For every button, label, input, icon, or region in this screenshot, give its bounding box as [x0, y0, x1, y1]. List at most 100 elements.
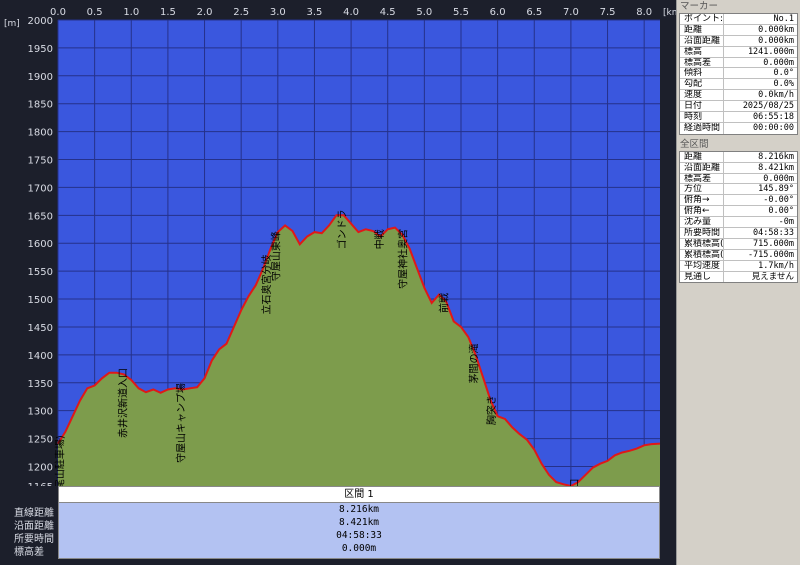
- section-stats-label-4: 標高差: [14, 547, 44, 558]
- y-tick-label: 1900: [28, 72, 53, 83]
- marker-info-value: 0.000km: [758, 35, 794, 46]
- marker-info-value: 2025/08/25: [742, 101, 794, 112]
- x-tick-label: 3.0: [270, 7, 286, 18]
- section-info-value: 8.216km: [758, 151, 794, 162]
- x-tick-label: 2.0: [197, 7, 213, 18]
- marker-panel-title: マーカー: [677, 0, 800, 13]
- section-info-value: 0.00°: [768, 206, 794, 217]
- section-info-value: 1.7km/h: [758, 260, 794, 271]
- section-info-value: 715.000m: [753, 238, 794, 249]
- section-info-value: 0.000m: [763, 173, 794, 184]
- y-unit-label: [m]: [4, 19, 20, 29]
- chart-pane: 0.0 0.5 1.0 1.5 2.0 2.5 3.0 3.5 4.0 4.5 5.0 5.5 6.0 6…: [0, 0, 676, 565]
- section-panel-title: 全区間: [677, 137, 800, 151]
- x-tick-label: 6.0: [490, 7, 506, 18]
- marker-info-row: 傾斜 0.0°: [680, 68, 797, 80]
- section-value-elevation-diff: 0.000m: [341, 543, 377, 554]
- waypoint-annotation: 茅間の滝: [468, 343, 480, 383]
- x-tick-label: 1.0: [123, 7, 139, 18]
- marker-info-value: 00:00:00: [753, 122, 794, 133]
- y-tick-label: 2000: [28, 16, 53, 27]
- x-tick-label: 7.5: [600, 7, 616, 18]
- section-info-row: 俯角← 0.00°: [680, 206, 797, 218]
- section-info-label: 沈み量: [680, 217, 724, 228]
- marker-info-label: 距離: [680, 24, 724, 35]
- y-tick-label: 1250: [28, 435, 53, 446]
- marker-info-row: 距離 0.000km: [680, 24, 797, 36]
- marker-info-label: 日付: [680, 101, 724, 112]
- marker-info-row: 速度 0.0km/h: [680, 90, 797, 102]
- marker-info-value: 0.0%: [773, 79, 794, 90]
- marker-info-label: 経過時間: [680, 122, 724, 134]
- marker-info-label: 標高差: [680, 57, 724, 68]
- y-tick-label: 1600: [28, 239, 53, 250]
- waypoint-annotation: 守屋山キャンプ場: [174, 383, 187, 463]
- section-info-label: 累積標高(+): [680, 238, 724, 249]
- x-tick-label: 6.5: [526, 7, 542, 18]
- waypoint-annotation: 立石コース登山口: [568, 478, 581, 486]
- section-info-value: 8.421km: [758, 162, 794, 173]
- y-tick-label: 1850: [28, 100, 53, 111]
- section-info-row: 累積標高(+) 715.000m: [680, 238, 797, 250]
- marker-info-row: 時刻 06:55:18: [680, 112, 797, 123]
- x-tick-label: 4.0: [343, 7, 359, 18]
- section-info-grid: 距離 8.216km 沿面距離 8.421km 標高差 0.000m 方位 145.89° 俯角…: [679, 150, 798, 284]
- marker-info-value: 0.0°: [773, 68, 794, 79]
- section-info-row: 累積標高(-) -715.000m: [680, 249, 797, 261]
- x-tick-label: 7.0: [563, 7, 579, 18]
- marker-info-value: 0.000km: [758, 24, 794, 35]
- y-tick-label: 1700: [28, 183, 53, 194]
- section-info-row: 標高差 0.000m: [680, 173, 797, 185]
- y-tick-label: 1500: [28, 295, 53, 306]
- x-tick-label: 5.0: [416, 7, 432, 18]
- section-value-surface-distance: 8.421km: [338, 517, 380, 528]
- section-info-value: -0.00°: [763, 195, 794, 206]
- y-tick-label: 1650: [28, 211, 53, 222]
- marker-info-label: 沿面距離: [680, 35, 724, 46]
- section-info-label: 見通し: [680, 271, 724, 283]
- marker-info-row: 日付 2025/08/25: [680, 101, 797, 113]
- y-tick-label: 1300: [28, 407, 53, 418]
- section-info-label: 俯角←: [680, 206, 724, 217]
- section-info-row: 見通し 見えません: [680, 271, 797, 283]
- x-unit-label: [km]: [663, 8, 676, 18]
- section-info-row: 所要時間 04:58:33: [680, 228, 797, 239]
- marker-info-row: 経過時間 00:00:00: [680, 122, 797, 134]
- section-info-label: 距離: [680, 151, 724, 162]
- waypoint-annotation: 守屋神社奥宮: [396, 229, 409, 289]
- x-tick-label: 4.5: [380, 7, 396, 18]
- marker-info-row: 標高差 0.000m: [680, 57, 797, 69]
- marker-info-label: 傾斜: [680, 68, 724, 79]
- y-tick-label: 1400: [28, 351, 53, 362]
- waypoint-annotation: 中戦: [373, 229, 386, 249]
- y-tick-label: 1350: [28, 379, 53, 390]
- waypoint-annotation: ゴンドラ: [336, 209, 349, 249]
- waypoint-annotation: 守屋山東峰: [270, 231, 283, 281]
- marker-info-label: 勾配: [680, 79, 724, 90]
- x-tick-label: 3.5: [306, 7, 322, 18]
- marker-info-label: 時刻: [680, 112, 724, 122]
- elevation-chart[interactable]: 0.0 0.5 1.0 1.5 2.0 2.5 3.0 3.5 4.0 4.5 5.0 5.5 6.0 6…: [0, 0, 676, 486]
- waypoint-annotation: 前戦: [437, 293, 450, 313]
- y-tick-label: 1550: [28, 267, 53, 278]
- y-tick-label: 1450: [28, 323, 53, 334]
- section-info-value: -715.000m: [747, 249, 794, 260]
- marker-info-label: ポイント:: [680, 14, 724, 24]
- marker-info-label: 標高: [680, 46, 724, 57]
- x-tick-label: 5.5: [453, 7, 469, 18]
- section-info-label: 沿面距離: [680, 162, 724, 173]
- section-info-row: 平均速度 1.7km/h: [680, 260, 797, 272]
- section-info-row: 俯角→ -0.00°: [680, 195, 797, 207]
- section-info-label: 累積標高(-): [680, 249, 724, 260]
- section-info-value: 04:58:33: [753, 228, 794, 238]
- x-tick-label: 8.0: [636, 7, 652, 18]
- marker-info-grid: ポイント: No.1 距離 0.000km 沿面距離 0.000km 標高 1241.000m…: [679, 13, 798, 135]
- waypoint-annotation: 赤井沢新道入口: [116, 368, 129, 438]
- section-header[interactable]: 区間 1: [58, 486, 660, 503]
- y-tick-label: 1950: [28, 44, 53, 55]
- waypoint-annotation: 胸突き: [485, 395, 498, 425]
- y-tick-label: 1750: [28, 156, 53, 167]
- section-info-row: 距離 8.216km: [680, 151, 797, 163]
- section-info-row: 沈み量 -0m: [680, 217, 797, 229]
- y-tick-label: 1165: [28, 482, 53, 486]
